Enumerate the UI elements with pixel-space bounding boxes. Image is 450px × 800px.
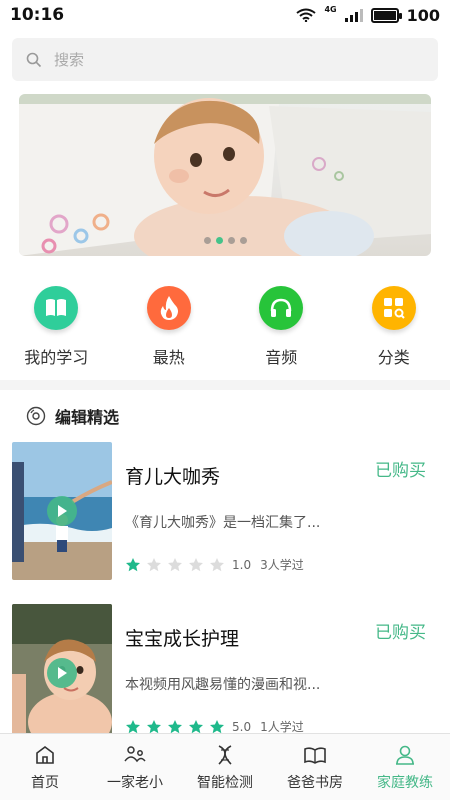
status-bar: 10:16 4G 100 <box>0 0 450 30</box>
play-button[interactable] <box>47 658 77 688</box>
search-bar[interactable] <box>12 38 438 81</box>
dna-icon <box>218 745 232 765</box>
category-label: 最热 <box>152 348 185 367</box>
disc-icon <box>26 406 46 426</box>
course-description: 《育儿大咖秀》是一档汇集了... <box>125 515 321 531</box>
tab-label: 首页 <box>31 775 59 791</box>
play-icon <box>58 505 67 517</box>
category-icon-circle <box>371 286 416 330</box>
category-hottest[interactable]: 最热 <box>113 286 226 368</box>
course-title[interactable]: 宝宝成长护理 <box>125 624 239 651</box>
banner-carousel[interactable] <box>19 94 431 256</box>
tab-label: 家庭教练 <box>377 775 433 791</box>
carousel-dot[interactable] <box>203 237 211 244</box>
battery-level: 100 <box>406 5 440 25</box>
flame-icon <box>160 296 178 320</box>
purchased-badge: 已购买 <box>375 623 426 643</box>
purchased-badge: 已购买 <box>375 461 426 481</box>
search-input[interactable] <box>54 50 394 69</box>
course-thumbnail[interactable] <box>12 442 112 580</box>
grid-search-icon <box>383 298 405 319</box>
rating-value: 1.0 <box>232 557 252 572</box>
category-icon-circle <box>146 286 191 330</box>
battery-icon <box>370 7 402 23</box>
carousel-dot[interactable] <box>227 237 235 244</box>
wifi-icon <box>296 8 317 22</box>
headphones-icon <box>271 298 292 317</box>
carousel-dots[interactable] <box>19 237 431 244</box>
category-label: 我的学习 <box>24 348 89 367</box>
play-button[interactable] <box>47 496 77 526</box>
rating-stars <box>125 557 225 573</box>
tab-home[interactable]: 首页 <box>0 734 90 800</box>
tab-label: 爸爸书房 <box>287 775 343 791</box>
category-shortcuts: 我的学习 最热 音频 分类 <box>0 286 450 368</box>
category-classify[interactable]: 分类 <box>338 286 450 368</box>
tab-label: 智能检测 <box>197 775 253 791</box>
category-audio[interactable]: 音频 <box>225 286 338 368</box>
star-icon <box>189 557 203 571</box>
section-divider <box>0 380 450 390</box>
tab-label: 一家老小 <box>107 775 163 791</box>
course-thumbnail[interactable] <box>12 604 112 742</box>
star-icon <box>168 557 182 571</box>
course-meta: 1.0 3人学过 <box>125 556 304 573</box>
banner-baby-image <box>19 94 431 256</box>
section-title: 编辑精选 <box>55 408 120 427</box>
course-title[interactable]: 育儿大咖秀 <box>125 462 220 489</box>
carousel-dot[interactable] <box>215 237 223 244</box>
course-item[interactable]: 育儿大咖秀 已购买 《育儿大咖秀》是一档汇集了... 1.0 3人学过 <box>12 442 438 580</box>
status-icons: 4G 100 <box>296 4 440 25</box>
play-icon <box>58 667 67 679</box>
person-icon <box>396 745 414 765</box>
rating-value: 5.0 <box>232 719 252 734</box>
category-label: 分类 <box>377 348 410 367</box>
tab-smart-detect[interactable]: 智能检测 <box>180 734 270 800</box>
bottom-tab-bar: 首页 一家老小 智能检测 爸爸书房 家庭教练 <box>0 733 450 800</box>
book-icon <box>46 299 67 316</box>
star-icon <box>147 557 161 571</box>
tab-dad-study[interactable]: 爸爸书房 <box>270 734 360 800</box>
category-label: 音频 <box>265 348 298 367</box>
course-item[interactable]: 宝宝成长护理 已购买 本视频用风趣易懂的漫画和视... 5.0 1人学过 <box>12 604 438 742</box>
course-description: 本视频用风趣易懂的漫画和视... <box>125 677 321 693</box>
signal-icon <box>344 9 363 22</box>
category-icon-circle <box>34 286 79 330</box>
status-time: 10:16 <box>10 5 65 25</box>
learner-count: 3人学过 <box>260 558 304 572</box>
network-type: 4G <box>324 4 337 14</box>
open-book-icon <box>304 747 326 764</box>
search-icon <box>26 52 42 67</box>
carousel-dot[interactable] <box>239 237 247 244</box>
category-my-learning[interactable]: 我的学习 <box>0 286 113 368</box>
star-icon <box>210 557 224 571</box>
category-icon-circle <box>259 286 304 330</box>
section-header: 编辑精选 <box>26 404 119 428</box>
tab-family[interactable]: 一家老小 <box>90 734 180 800</box>
home-icon <box>36 746 54 764</box>
star-icon <box>126 557 140 571</box>
tab-family-coach[interactable]: 家庭教练 <box>360 734 450 800</box>
family-icon <box>124 746 146 763</box>
